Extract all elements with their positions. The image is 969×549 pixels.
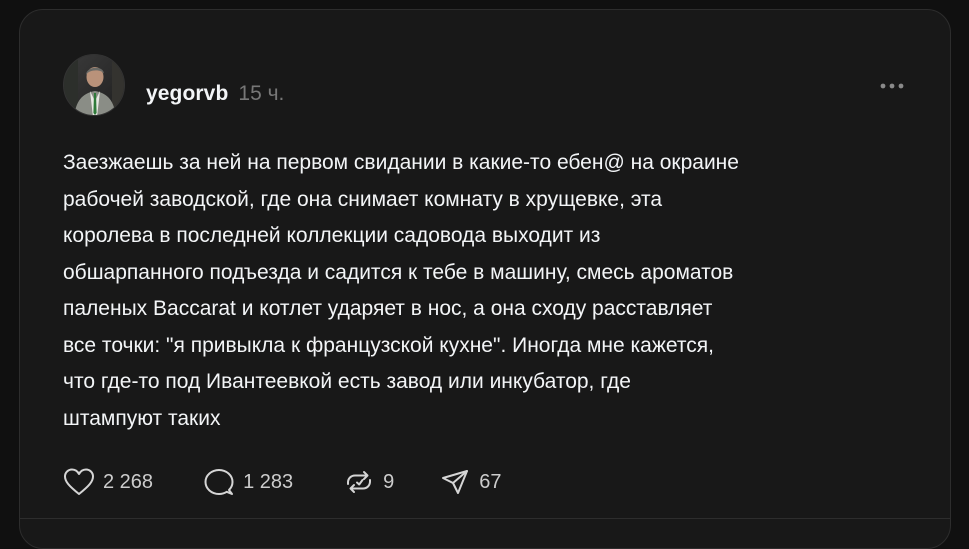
- post-actions: 2 268 1 283 9 67: [63, 462, 502, 502]
- send-icon: [442, 470, 469, 494]
- reply-count: 1 283: [243, 470, 294, 493]
- repost-icon: [347, 471, 372, 493]
- post-card: yegorvb 15 ч. Заезжаешь за ней на первом…: [19, 9, 951, 549]
- like-count: 2 268: [103, 470, 154, 493]
- avatar[interactable]: [63, 54, 125, 116]
- username[interactable]: yegorvb: [146, 82, 228, 106]
- share-count: 67: [479, 470, 502, 493]
- post-header: yegorvb 15 ч.: [146, 82, 284, 112]
- repost-count: 9: [383, 470, 395, 493]
- heart-icon: [64, 468, 94, 495]
- post-text: Заезжаешь за ней на первом свидании в ка…: [63, 151, 739, 430]
- more-horizontal-icon: [880, 83, 904, 89]
- post[interactable]: yegorvb 15 ч. Заезжаешь за ней на первом…: [20, 10, 950, 519]
- repost-button[interactable]: 9: [343, 467, 394, 497]
- share-button[interactable]: 67: [439, 467, 502, 497]
- like-button[interactable]: 2 268: [63, 467, 153, 497]
- reply-button[interactable]: 1 283: [203, 467, 293, 497]
- avatar-photo: [64, 55, 124, 115]
- more-options-button[interactable]: [876, 74, 908, 98]
- post-time[interactable]: 15 ч.: [238, 82, 284, 106]
- comment-bubble-icon: [204, 469, 234, 495]
